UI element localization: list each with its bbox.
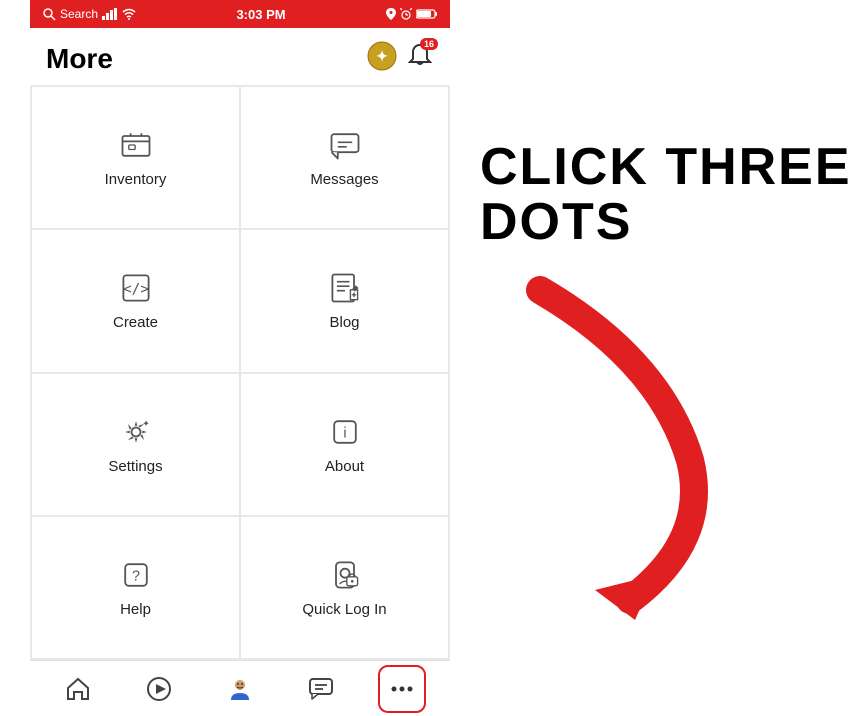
quicklogin-icon bbox=[327, 557, 363, 593]
menu-grid: Inventory Messages </> Create bbox=[30, 85, 450, 660]
location-icon bbox=[386, 8, 396, 20]
battery-icon bbox=[416, 8, 438, 20]
menu-item-inventory[interactable]: Inventory bbox=[32, 87, 239, 228]
messages-icon bbox=[327, 127, 363, 163]
wifi-icon bbox=[122, 8, 136, 20]
settings-label: Settings bbox=[108, 458, 162, 475]
menu-item-help[interactable]: ? Help bbox=[32, 517, 239, 658]
about-label: About bbox=[325, 458, 364, 475]
settings-icon: ✦ bbox=[118, 414, 154, 450]
nav-more[interactable] bbox=[378, 665, 426, 713]
app-content: More ✦ 16 bbox=[30, 28, 450, 716]
quicklogin-label: Quick Log In bbox=[302, 601, 386, 618]
robux-icon: ✦ bbox=[366, 40, 398, 72]
svg-text:i: i bbox=[343, 425, 346, 441]
about-icon: i bbox=[327, 414, 363, 450]
play-icon bbox=[146, 676, 172, 702]
signal-icon bbox=[102, 8, 118, 20]
bottom-nav bbox=[30, 660, 450, 716]
arrow-container bbox=[460, 260, 860, 640]
chat-icon bbox=[308, 676, 334, 702]
phone-frame: Search 3:03 PM bbox=[30, 0, 450, 716]
nav-play[interactable] bbox=[135, 665, 183, 713]
notification-button[interactable]: 16 bbox=[406, 42, 434, 75]
menu-item-messages[interactable]: Messages bbox=[241, 87, 448, 228]
create-icon: </> bbox=[118, 270, 154, 306]
annotation-area: CLICK THREEDOTS bbox=[460, 60, 860, 680]
menu-item-blog[interactable]: Blog bbox=[241, 230, 448, 371]
three-dots-icon bbox=[389, 676, 415, 702]
nav-chat[interactable] bbox=[297, 665, 345, 713]
blog-label: Blog bbox=[329, 314, 359, 331]
alarm-icon bbox=[400, 8, 412, 20]
menu-item-quicklogin[interactable]: Quick Log In bbox=[241, 517, 448, 658]
search-icon bbox=[42, 7, 56, 21]
notification-badge: 16 bbox=[420, 38, 438, 50]
status-bar-left: Search bbox=[42, 7, 136, 21]
svg-text:✦: ✦ bbox=[142, 418, 150, 428]
status-bar: Search 3:03 PM bbox=[30, 0, 450, 28]
inventory-icon bbox=[118, 127, 154, 163]
status-bar-search: Search bbox=[60, 7, 98, 21]
menu-item-create[interactable]: </> Create bbox=[32, 230, 239, 371]
avatar-icon bbox=[227, 676, 253, 702]
page-title: More bbox=[46, 43, 113, 75]
help-label: Help bbox=[120, 601, 151, 618]
svg-text:✦: ✦ bbox=[376, 48, 388, 64]
header-icons: ✦ 16 bbox=[366, 40, 434, 77]
inventory-label: Inventory bbox=[105, 171, 167, 188]
create-label: Create bbox=[113, 314, 158, 331]
robux-button[interactable]: ✦ bbox=[366, 40, 398, 77]
menu-item-settings[interactable]: ✦ Settings bbox=[32, 374, 239, 515]
arrow-svg bbox=[460, 260, 860, 640]
svg-text:?: ? bbox=[131, 568, 139, 584]
help-icon: ? bbox=[118, 557, 154, 593]
home-icon bbox=[65, 676, 91, 702]
nav-home[interactable] bbox=[54, 665, 102, 713]
blog-icon bbox=[327, 270, 363, 306]
nav-avatar[interactable] bbox=[216, 665, 264, 713]
svg-text:</>: </> bbox=[123, 282, 149, 298]
status-time: 3:03 PM bbox=[236, 7, 285, 22]
annotation-text: CLICK THREEDOTS bbox=[480, 140, 852, 249]
status-bar-right bbox=[386, 8, 438, 20]
header: More ✦ 16 bbox=[30, 28, 450, 85]
messages-label: Messages bbox=[310, 171, 378, 188]
menu-item-about[interactable]: i About bbox=[241, 374, 448, 515]
